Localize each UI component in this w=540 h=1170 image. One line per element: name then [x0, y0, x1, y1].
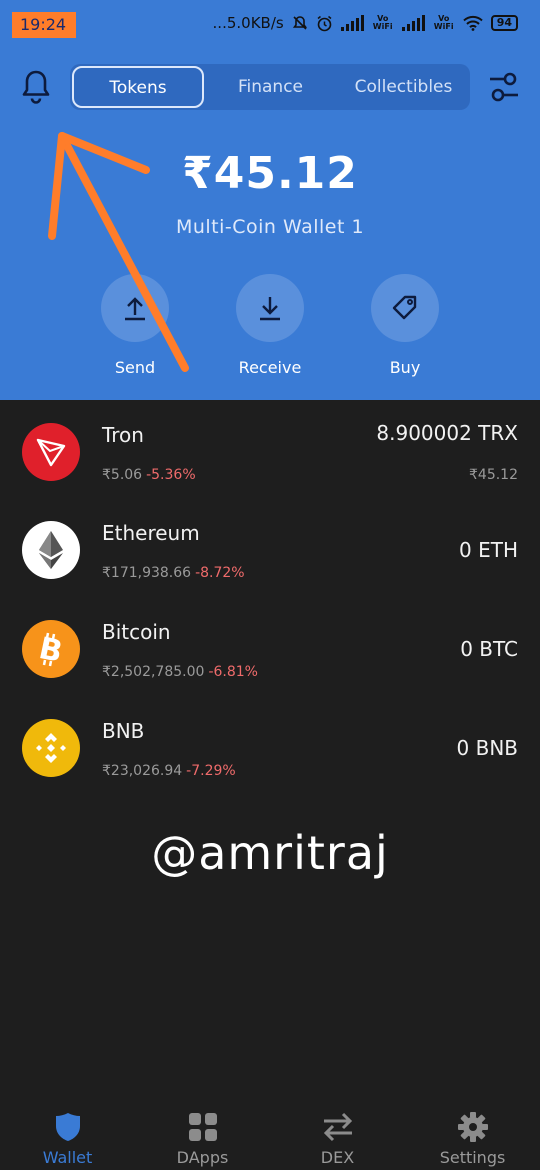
wallet-balance: ₹45.12 [182, 148, 358, 199]
vowifi-icon: Vo WiFi [372, 14, 393, 31]
header-tabs: Tokens Finance Collectibles [70, 64, 470, 110]
alarm-icon [317, 15, 332, 31]
token-row-tron[interactable]: Tron ₹5.06 -5.36% 8.900002 TRX ₹45.12 [0, 403, 540, 502]
token-name: BNB [102, 719, 145, 743]
nav-label: Wallet [42, 1148, 93, 1167]
wallet-name[interactable]: Multi-Coin Wallet 1 [0, 216, 540, 238]
nav-dapps[interactable]: DApps [135, 1090, 270, 1170]
price-change: -8.72% [195, 565, 245, 581]
status-time: 19:24 [20, 15, 67, 34]
bitcoin-logo-icon: B [22, 620, 80, 678]
tag-icon [392, 295, 417, 320]
token-name: Bitcoin [102, 620, 171, 644]
send-label: Send [114, 358, 156, 377]
buy-button[interactable]: Buy [370, 274, 440, 377]
token-row-ethereum[interactable]: Ethereum ₹171,938.66 -8.72% 0 ETH [0, 501, 540, 600]
token-row-bitcoin[interactable]: B Bitcoin ₹2,502,785.00 -6.81% 0 BTC [0, 600, 540, 699]
status-bar: 19:24 ...5.0KB/s Vo WiFi Vo WiFi 94 [0, 0, 540, 50]
nav-settings[interactable]: Settings [405, 1090, 540, 1170]
token-name: Ethereum [102, 521, 200, 545]
signal-icon-2 [401, 15, 425, 31]
price-change: -5.36% [146, 467, 196, 483]
buy-label: Buy [389, 358, 421, 377]
token-price: ₹23,026.94 -7.29% [102, 763, 236, 779]
token-fiat-value: ₹45.12 [469, 467, 518, 483]
vowifi-icon-2: Vo WiFi [433, 14, 454, 31]
nav-label: DEX [320, 1148, 355, 1167]
price-change: -6.81% [208, 664, 258, 680]
status-icons: ...5.0KB/s Vo WiFi Vo WiFi 94 [213, 14, 518, 32]
nav-label: DApps [176, 1148, 229, 1167]
net-speed: ...5.0KB/s [212, 14, 284, 32]
receive-label: Receive [238, 358, 302, 377]
wifi-icon [462, 15, 483, 31]
token-price: ₹2,502,785.00 -6.81% [102, 664, 258, 680]
notification-bell-icon[interactable] [20, 68, 52, 104]
tab-collectibles[interactable]: Collectibles [337, 77, 470, 97]
tron-logo-icon [22, 423, 80, 481]
download-arrow-icon [260, 297, 280, 321]
upload-arrow-icon [125, 297, 145, 321]
token-row-bnb[interactable]: BNB ₹23,026.94 -7.29% 0 BNB [0, 699, 540, 798]
nav-dex[interactable]: DEX [270, 1090, 405, 1170]
watermark-text: @amritraj [151, 826, 389, 880]
wallet-actions: Send Receive Buy [100, 274, 440, 377]
price-change: -7.29% [186, 763, 236, 779]
token-name: Tron [102, 423, 144, 447]
send-button[interactable]: Send [100, 274, 170, 377]
bnb-logo-icon [22, 719, 80, 777]
filter-sliders-icon[interactable] [488, 70, 520, 104]
token-price: ₹171,938.66 -8.72% [102, 565, 245, 581]
token-amount: 0 BTC [460, 637, 518, 661]
bottom-nav: Wallet DApps DEX Settings [0, 1090, 540, 1170]
nav-wallet[interactable]: Wallet [0, 1090, 135, 1170]
tab-finance[interactable]: Finance [204, 77, 337, 97]
token-price: ₹5.06 -5.36% [102, 467, 196, 483]
ethereum-logo-icon [22, 521, 80, 579]
battery-icon: 94 [490, 15, 518, 31]
grid-icon [188, 1113, 217, 1141]
signal-icon [340, 15, 364, 31]
token-amount: 0 ETH [459, 538, 518, 562]
shield-icon [55, 1113, 80, 1141]
token-amount: 0 BNB [456, 736, 518, 760]
swap-arrows-icon [323, 1112, 352, 1142]
token-amount: 8.900002 TRX [376, 421, 518, 445]
nav-label: Settings [439, 1148, 506, 1167]
receive-button[interactable]: Receive [235, 274, 305, 377]
tab-tokens[interactable]: Tokens [72, 66, 204, 108]
mute-bell-icon [292, 16, 307, 30]
gear-icon [457, 1112, 488, 1142]
